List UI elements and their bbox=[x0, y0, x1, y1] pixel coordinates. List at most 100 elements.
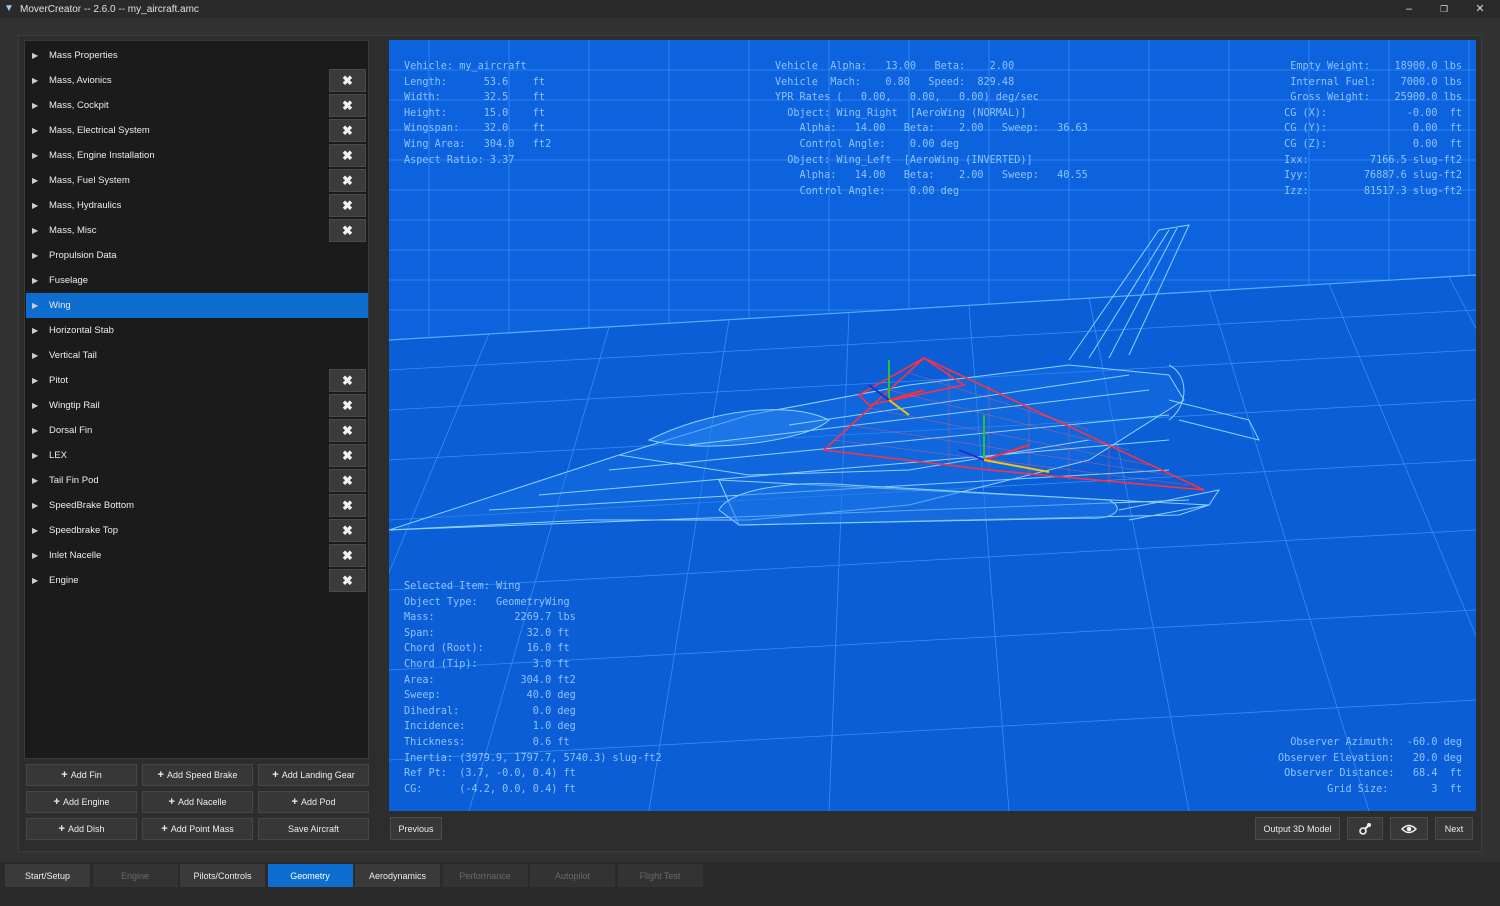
plus-icon: + bbox=[58, 823, 65, 835]
delete-icon[interactable]: ✖ bbox=[329, 494, 366, 517]
tab-start-setup[interactable]: Start/Setup bbox=[5, 864, 91, 887]
add-point-mass-button[interactable]: + Add Point Mass bbox=[142, 818, 253, 840]
expand-arrow-icon[interactable]: ▶ bbox=[32, 401, 38, 410]
tree-item-mass-cockpit[interactable]: ▶ Mass, Cockpit ✖ bbox=[26, 93, 368, 118]
add-pod-label: Add Pod bbox=[300, 797, 336, 807]
tree-item-engine[interactable]: ▶ Engine ✖ bbox=[26, 568, 368, 593]
expand-arrow-icon[interactable]: ▶ bbox=[32, 51, 38, 60]
mass-info-overlay: Empty Weight: 18900.0 lbs Internal Fuel:… bbox=[1284, 61, 1462, 197]
wrench-gear-icon bbox=[1359, 822, 1371, 835]
tree-item-mass-avionics[interactable]: ▶ Mass, Avionics ✖ bbox=[26, 68, 368, 93]
expand-arrow-icon[interactable]: ▶ bbox=[32, 276, 38, 285]
output-3d-model-button[interactable]: Output 3D Model bbox=[1255, 817, 1340, 840]
delete-icon[interactable]: ✖ bbox=[329, 394, 366, 417]
close-button[interactable]: ✕ bbox=[1462, 0, 1498, 18]
delete-icon[interactable]: ✖ bbox=[329, 169, 366, 192]
tree-item-label: Dorsal Fin bbox=[49, 425, 93, 436]
tree-item-wing[interactable]: ▶ Wing bbox=[26, 293, 368, 318]
next-button[interactable]: Next bbox=[1435, 817, 1473, 840]
tool-settings-button[interactable] bbox=[1347, 817, 1383, 840]
tree-item-speedbrake-top[interactable]: ▶ Speedbrake Top ✖ bbox=[26, 518, 368, 543]
tree-item-mass-engine-installation[interactable]: ▶ Mass, Engine Installation ✖ bbox=[26, 143, 368, 168]
expand-arrow-icon[interactable]: ▶ bbox=[32, 301, 38, 310]
tree-item-mass-hydraulics[interactable]: ▶ Mass, Hydraulics ✖ bbox=[26, 193, 368, 218]
plus-icon: + bbox=[168, 796, 175, 808]
expand-arrow-icon[interactable]: ▶ bbox=[32, 551, 38, 560]
add-landing-gear-button[interactable]: + Add Landing Gear bbox=[258, 764, 369, 786]
expand-arrow-icon[interactable]: ▶ bbox=[32, 151, 38, 160]
previous-button[interactable]: Previous bbox=[390, 817, 442, 840]
delete-icon[interactable]: ✖ bbox=[329, 544, 366, 567]
expand-arrow-icon[interactable]: ▶ bbox=[32, 501, 38, 510]
tree-item-propulsion-data[interactable]: ▶ Propulsion Data bbox=[26, 243, 368, 268]
delete-icon[interactable]: ✖ bbox=[329, 519, 366, 542]
tree-item-label: Fuselage bbox=[49, 275, 89, 286]
add-engine-label: Add Engine bbox=[62, 797, 110, 807]
component-tree: ▶ Mass Properties ▶ Mass, Avionics ✖ ▶ Mass, C… bbox=[24, 40, 369, 759]
tree-item-dorsal-fin[interactable]: ▶ Dorsal Fin ✖ bbox=[26, 418, 368, 443]
expand-arrow-icon[interactable]: ▶ bbox=[32, 201, 38, 210]
tab-performance: Performance bbox=[442, 864, 529, 887]
tree-item-mass-properties[interactable]: ▶ Mass Properties bbox=[26, 43, 368, 68]
delete-icon[interactable]: ✖ bbox=[329, 219, 366, 242]
restore-button[interactable]: ❐ bbox=[1426, 0, 1462, 18]
delete-icon[interactable]: ✖ bbox=[329, 94, 366, 117]
tree-item-mass-electrical-system[interactable]: ▶ Mass, Electrical System ✖ bbox=[26, 118, 368, 143]
add-pod-button[interactable]: + Add Pod bbox=[258, 791, 369, 813]
tree-item-label: Mass, Cockpit bbox=[49, 100, 109, 111]
save-aircraft-button[interactable]: Save Aircraft bbox=[258, 818, 369, 840]
tree-item-label: Vertical Tail bbox=[49, 350, 97, 361]
expand-arrow-icon[interactable]: ▶ bbox=[32, 126, 38, 135]
expand-arrow-icon[interactable]: ▶ bbox=[32, 426, 38, 435]
tree-item-mass-fuel-system[interactable]: ▶ Mass, Fuel System ✖ bbox=[26, 168, 368, 193]
tree-item-horizontal-stab[interactable]: ▶ Horizontal Stab bbox=[26, 318, 368, 343]
add-fin-button[interactable]: + Add Fin bbox=[26, 764, 137, 786]
tab-pilots-controls[interactable]: Pilots/Controls bbox=[180, 864, 266, 887]
delete-icon[interactable]: ✖ bbox=[329, 369, 366, 392]
tree-item-fuselage[interactable]: ▶ Fuselage bbox=[26, 268, 368, 293]
tree-item-label: Mass Properties bbox=[49, 50, 118, 61]
expand-arrow-icon[interactable]: ▶ bbox=[32, 76, 38, 85]
tree-item-speedbrake-bottom[interactable]: ▶ SpeedBrake Bottom ✖ bbox=[26, 493, 368, 518]
tree-item-label: Mass, Hydraulics bbox=[49, 200, 122, 211]
expand-arrow-icon[interactable]: ▶ bbox=[32, 476, 38, 485]
delete-icon[interactable]: ✖ bbox=[329, 144, 366, 167]
expand-arrow-icon[interactable]: ▶ bbox=[32, 251, 38, 260]
tree-item-tail-fin-pod[interactable]: ▶ Tail Fin Pod ✖ bbox=[26, 468, 368, 493]
delete-icon[interactable]: ✖ bbox=[329, 194, 366, 217]
delete-icon[interactable]: ✖ bbox=[329, 469, 366, 492]
visibility-toggle-button[interactable] bbox=[1390, 817, 1428, 840]
expand-arrow-icon[interactable]: ▶ bbox=[32, 226, 38, 235]
tree-item-lex[interactable]: ▶ LEX ✖ bbox=[26, 443, 368, 468]
tab-flight-test: Flight Test bbox=[617, 864, 704, 887]
tree-item-pitot[interactable]: ▶ Pitot ✖ bbox=[26, 368, 368, 393]
plus-icon: + bbox=[161, 823, 168, 835]
add-engine-button[interactable]: + Add Engine bbox=[26, 791, 137, 813]
expand-arrow-icon[interactable]: ▶ bbox=[32, 576, 38, 585]
tree-item-mass-misc[interactable]: ▶ Mass, Misc ✖ bbox=[26, 218, 368, 243]
3d-viewport[interactable]: Vehicle: my_aircraft Length: 53.6 ft Wid… bbox=[389, 40, 1476, 811]
delete-icon[interactable]: ✖ bbox=[329, 569, 366, 592]
add-speed-brake-button[interactable]: + Add Speed Brake bbox=[142, 764, 253, 786]
add-dish-button[interactable]: + Add Dish bbox=[26, 818, 137, 840]
expand-arrow-icon[interactable]: ▶ bbox=[32, 351, 38, 360]
delete-icon[interactable]: ✖ bbox=[329, 69, 366, 92]
expand-arrow-icon[interactable]: ▶ bbox=[32, 451, 38, 460]
expand-arrow-icon[interactable]: ▶ bbox=[32, 326, 38, 335]
tab-geometry[interactable]: Geometry bbox=[267, 864, 354, 887]
delete-icon[interactable]: ✖ bbox=[329, 119, 366, 142]
add-nacelle-button[interactable]: + Add Nacelle bbox=[142, 791, 253, 813]
tree-item-vertical-tail[interactable]: ▶ Vertical Tail bbox=[26, 343, 368, 368]
delete-icon[interactable]: ✖ bbox=[329, 419, 366, 442]
tree-item-wingtip-rail[interactable]: ▶ Wingtip Rail ✖ bbox=[26, 393, 368, 418]
expand-arrow-icon[interactable]: ▶ bbox=[32, 376, 38, 385]
tree-item-label: Wing bbox=[49, 300, 71, 311]
minimize-button[interactable]: – bbox=[1391, 0, 1427, 18]
tab-aerodynamics[interactable]: Aerodynamics bbox=[355, 864, 441, 887]
add-point-mass-label: Add Point Mass bbox=[170, 824, 234, 834]
expand-arrow-icon[interactable]: ▶ bbox=[32, 526, 38, 535]
expand-arrow-icon[interactable]: ▶ bbox=[32, 176, 38, 185]
tree-item-inlet-nacelle[interactable]: ▶ Inlet Nacelle ✖ bbox=[26, 543, 368, 568]
expand-arrow-icon[interactable]: ▶ bbox=[32, 101, 38, 110]
delete-icon[interactable]: ✖ bbox=[329, 444, 366, 467]
